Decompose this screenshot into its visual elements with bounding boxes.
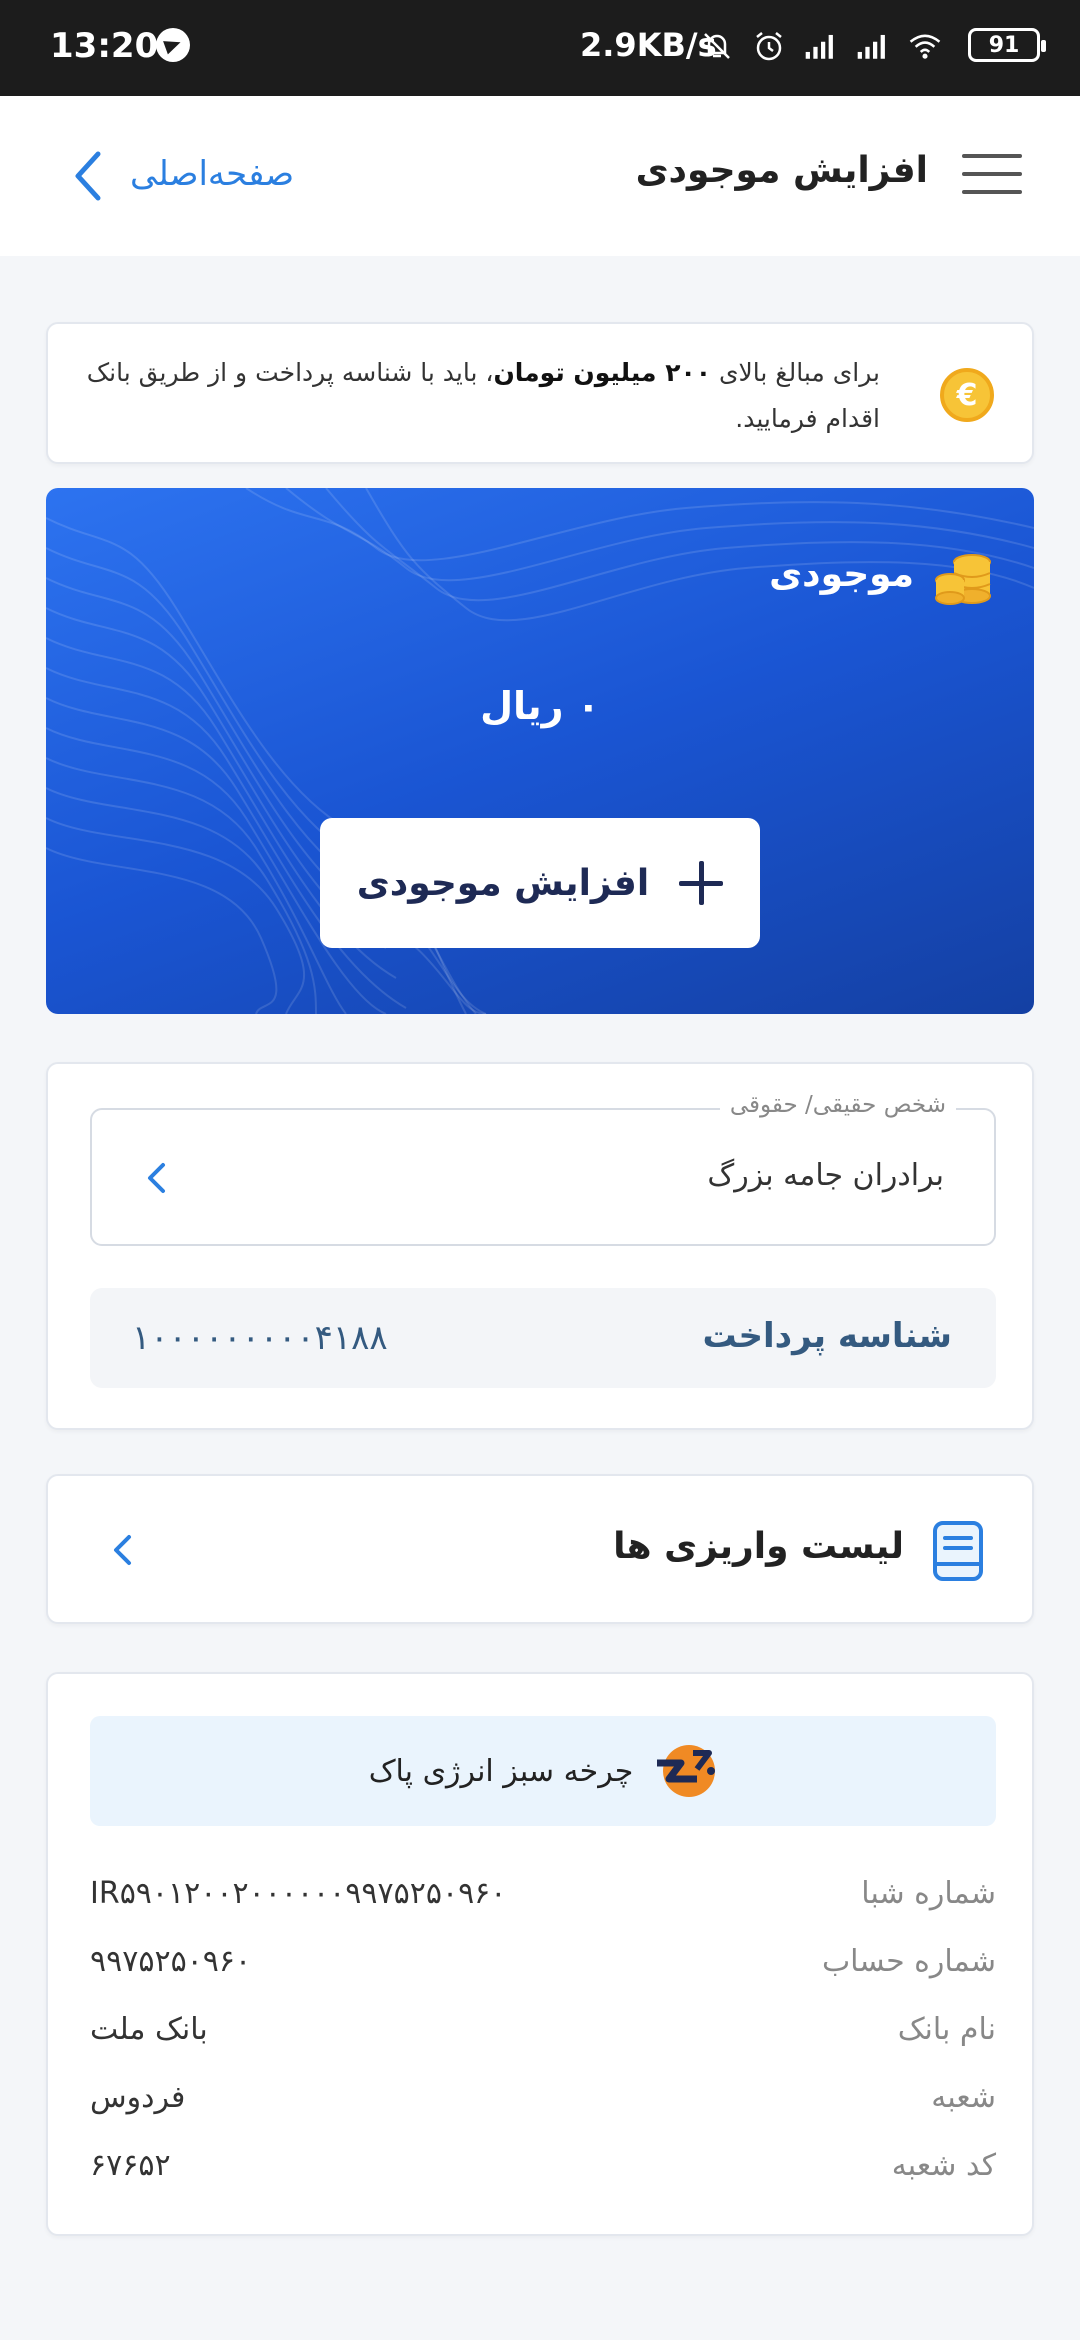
bank-info-card: چرخه سبز انرژی پاک شماره شبا IR۵۹۰۱۲۰۰۲۰… [46,1672,1034,2236]
balance-label: موجودی [769,554,914,595]
notice-text: برای مبالغ بالای ۲۰۰ میلیون تومان، باید … [80,350,880,442]
back-chevron-icon[interactable] [68,148,108,204]
alarm-icon [756,32,782,61]
bank-row-bank-name: نام بانک بانک ملت [90,2002,996,2058]
menu-icon[interactable] [962,154,1022,194]
person-card: شخص حقیقی/ حقوقی برادران جامه بزرگ شناسه… [46,1062,1034,1430]
bank-row-branch: شعبه فردوس [90,2070,996,2126]
wifi-icon [909,34,941,59]
status-time: 13:20 [50,26,159,66]
payment-id-value: ۱۰۰۰۰۰۰۰۰۰۴۱۸۸ [132,1318,388,1358]
battery-icon: 91 [968,28,1046,62]
signal-icon [805,34,833,59]
person-select[interactable]: شخص حقیقی/ حقوقی برادران جامه بزرگ [90,1092,996,1246]
chevron-left-icon [114,1535,131,1565]
deposits-list-label: لیست واریزی ها [613,1526,904,1567]
bank-row-key: نام بانک [897,2012,996,2047]
document-icon [933,1521,983,1581]
bank-row-value: بانک ملت [90,2012,208,2047]
bank-row-key: شماره شبا [861,1876,996,1911]
bank-row-key: شعبه [931,2080,996,2115]
notice-amount: ۲۰۰ میلیون تومان [493,358,712,387]
bank-row-account: شماره حساب ۹۹۷۵۲۵۰۹۶۰ [90,1934,996,1990]
bank-row-key: کد شعبه [891,2148,996,2183]
page-title: افزایش موجودی [635,150,928,191]
notice-text-before: برای مبالغ بالای [711,358,880,387]
deposits-list-link[interactable]: لیست واریزی ها [46,1474,1034,1624]
bank-row-value: ۶۷۶۵۲ [90,2148,171,2183]
home-link[interactable]: صفحه‌اصلی [130,154,294,194]
notice-card: € برای مبالغ بالای ۲۰۰ میلیون تومان، بای… [46,322,1034,464]
company-name: چرخه سبز انرژی پاک [368,1753,634,1789]
payment-id-row: شناسه پرداخت ۱۰۰۰۰۰۰۰۰۰۴۱۸۸ [90,1288,996,1388]
telegram-icon [156,28,190,62]
bank-row-value: ۹۹۷۵۲۵۰۹۶۰ [90,1944,252,1979]
company-logo-icon [657,1745,716,1797]
bank-row-value: IR۵۹۰۱۲۰۰۲۰۰۰۰۰۰۹۹۷۵۲۵۰۹۶۰ [90,1876,507,1911]
bank-row-key: شماره حساب [821,1944,996,1979]
person-field-value: برادران جامه بزرگ [707,1158,944,1193]
app-header: صفحه‌اصلی افزایش موجودی [0,96,1080,256]
network-speed: 2.9KB/s [580,26,717,64]
status-icons [700,24,942,68]
bank-row-iban: شماره شبا IR۵۹۰۱۲۰۰۲۰۰۰۰۰۰۹۹۷۵۲۵۰۹۶۰ [90,1866,996,1922]
bank-row-value: فردوس [90,2080,186,2115]
battery-level: 91 [988,32,1020,58]
increase-balance-button[interactable]: افزایش موجودی [320,818,760,948]
person-field-label: شخص حقیقی/ حقوقی [719,1092,956,1118]
balance-card: موجودی ۰ ریال افزایش موجودی [46,488,1034,1014]
balance-value: ۰ ریال [480,684,600,728]
plus-icon [679,861,724,905]
company-header: چرخه سبز انرژی پاک [90,1716,996,1826]
payment-id-label: شناسه پرداخت [702,1316,953,1356]
mute-bell-icon [704,33,730,59]
increase-balance-label: افزایش موجودی [356,862,650,904]
euro-coin-icon: € [940,368,994,422]
status-bar: 13:20 2.9KB/s 91 [0,0,1080,96]
chevron-left-icon [148,1163,165,1193]
signal-icon-2 [857,34,885,59]
coins-stack-icon [935,554,991,605]
bank-row-branch-code: کد شعبه ۶۷۶۵۲ [90,2138,996,2194]
